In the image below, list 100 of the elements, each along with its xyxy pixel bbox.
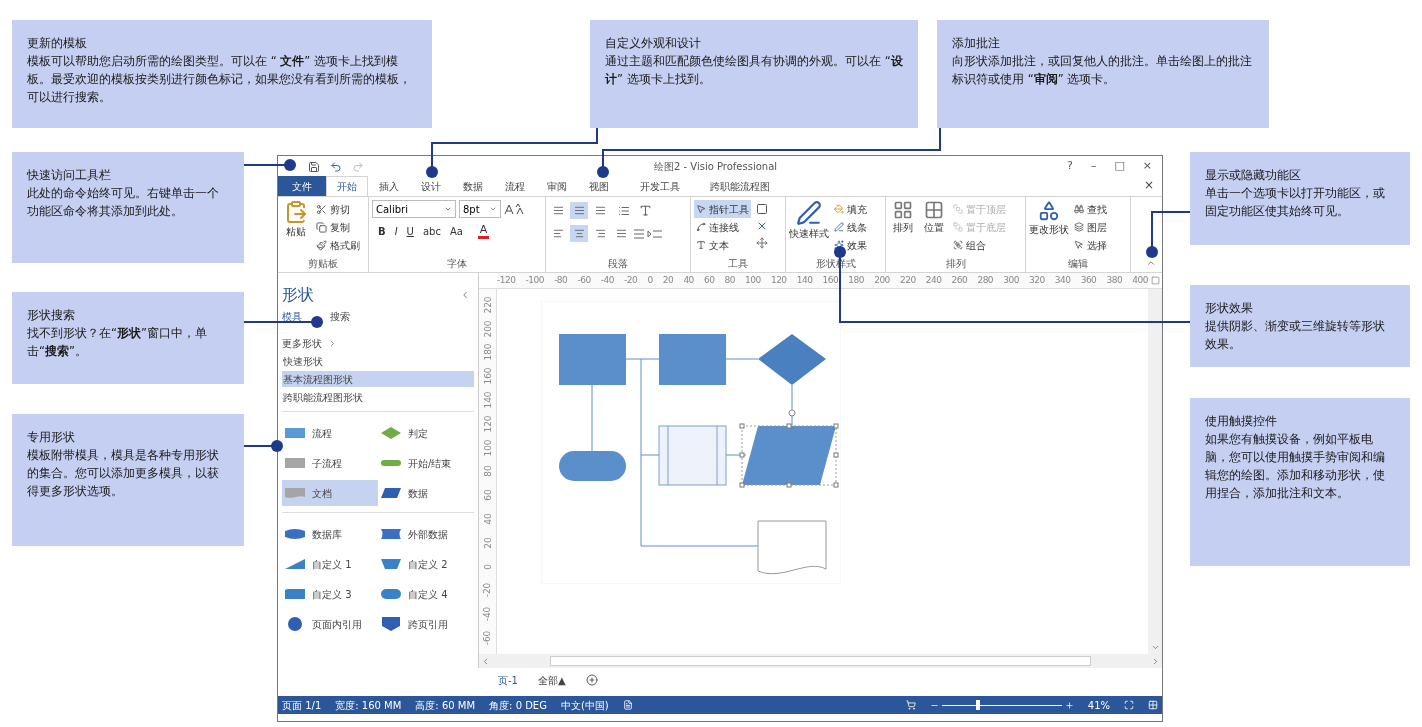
ribbon-tab[interactable]: 设计 bbox=[410, 176, 452, 196]
font-style-button[interactable]: U bbox=[404, 224, 416, 239]
tool-button[interactable]: 指针工具 bbox=[694, 200, 751, 218]
save-icon[interactable] bbox=[308, 160, 320, 173]
collapse-ribbon-icon[interactable] bbox=[1146, 258, 1156, 268]
shape-item[interactable]: 流程 bbox=[282, 420, 378, 446]
ribbon-tab[interactable]: 审阅 bbox=[536, 176, 578, 196]
clipboard-button[interactable]: 格式刷 bbox=[314, 236, 362, 254]
align-icon bbox=[552, 228, 564, 239]
shape-item[interactable]: 自定义 3 bbox=[282, 581, 378, 607]
shape-item[interactable]: 自定义 4 bbox=[378, 581, 474, 607]
font-style-button[interactable]: I bbox=[392, 224, 400, 239]
style-button[interactable]: 效果 bbox=[832, 236, 869, 254]
group-icon bbox=[953, 240, 963, 250]
ruler-label: 220 bbox=[900, 273, 916, 287]
vertical-scrollbar[interactable] bbox=[1148, 289, 1162, 654]
font-size-field[interactable]: 8pt bbox=[459, 200, 501, 218]
shape-item[interactable]: 外部数据 bbox=[378, 521, 474, 547]
edit-button[interactable]: 查找 bbox=[1072, 200, 1109, 218]
collapse-panel-icon[interactable] bbox=[460, 290, 470, 300]
switch-windows-icon[interactable] bbox=[1148, 700, 1158, 710]
ruler-label: -60 bbox=[482, 630, 493, 646]
close-ribbon-button[interactable]: × bbox=[1143, 176, 1162, 196]
add-page-icon[interactable] bbox=[585, 674, 598, 686]
scroll-right-icon[interactable] bbox=[1151, 656, 1160, 666]
panel-tab[interactable]: 模具 bbox=[282, 309, 302, 324]
tool-button[interactable]: 连接线 bbox=[694, 218, 751, 236]
fit-page-icon[interactable] bbox=[1124, 700, 1134, 710]
ruler-label: 200 bbox=[482, 320, 493, 338]
font-color-button[interactable]: A bbox=[477, 224, 490, 239]
window-title: 绘图2 - Visio Professional bbox=[652, 160, 779, 174]
arrange-button[interactable]: 排列 bbox=[889, 200, 917, 258]
shape-item[interactable]: 开始/结束 bbox=[378, 450, 474, 476]
order-button[interactable]: 组合 bbox=[951, 236, 1008, 254]
change-shape-button[interactable]: 更改形状 bbox=[1029, 200, 1069, 258]
sparkles-icon bbox=[834, 240, 844, 250]
bullet-list-icon[interactable] bbox=[618, 204, 630, 217]
font-style-button[interactable]: B bbox=[376, 224, 388, 239]
zoom-slider-thumb[interactable] bbox=[975, 700, 980, 710]
zoom-in-icon[interactable] bbox=[1064, 700, 1074, 710]
font-name-field[interactable]: Calibri bbox=[372, 200, 456, 218]
vertical-align-button[interactable] bbox=[570, 202, 588, 219]
ruler-label: 40 bbox=[482, 513, 493, 525]
style-button[interactable]: 填充 bbox=[832, 200, 869, 218]
ruler-corner-icon bbox=[1150, 276, 1160, 285]
clipboard-button[interactable]: 复制 bbox=[314, 218, 362, 236]
window-control-button[interactable]: – bbox=[1090, 158, 1097, 175]
stencil-item[interactable]: 基本流程图形状 bbox=[282, 371, 474, 387]
ribbon-tab[interactable]: 开始 bbox=[326, 176, 368, 196]
stencil-item[interactable]: 快速形状 bbox=[282, 353, 474, 369]
horizontal-scrollbar[interactable] bbox=[479, 654, 1162, 668]
status-text: 中文(中国) bbox=[560, 698, 609, 713]
ribbon-tab[interactable]: 数据 bbox=[452, 176, 494, 196]
ribbon-tab[interactable]: 视图 bbox=[578, 176, 620, 196]
panel-tab[interactable]: 搜索 bbox=[330, 309, 350, 324]
all-pages-button[interactable]: 全部▲ bbox=[538, 672, 566, 688]
stencil-item[interactable]: 跨职能流程图形状 bbox=[282, 389, 474, 405]
callout-text: 模板附带模具，模具是各种专用形状的集合。您可以添加更多模具，以获得更多形状选项。 bbox=[27, 447, 220, 500]
text-format-icon[interactable] bbox=[639, 204, 652, 217]
scroll-down-icon[interactable] bbox=[1150, 643, 1160, 652]
shape-item[interactable]: 数据 bbox=[378, 480, 474, 506]
shape-item[interactable]: 数据库 bbox=[282, 521, 378, 547]
align-icon bbox=[573, 228, 585, 239]
edit-button[interactable]: 选择 bbox=[1072, 236, 1109, 254]
horizontal-align-button[interactable] bbox=[570, 225, 588, 242]
more-shapes-button[interactable]: 更多形状 bbox=[282, 336, 322, 351]
edit-button[interactable]: 图层 bbox=[1072, 218, 1109, 236]
ribbon-tab[interactable]: 流程 bbox=[494, 176, 536, 196]
shape-item[interactable]: 子流程 bbox=[282, 450, 378, 476]
page-tab[interactable]: 页-1 bbox=[498, 672, 518, 688]
shape-item[interactable]: 自定义 1 bbox=[282, 551, 378, 577]
font-style-button[interactable]: Aa bbox=[447, 224, 465, 239]
ribbon-tab[interactable]: 插入 bbox=[368, 176, 410, 196]
rectangle-icon[interactable] bbox=[756, 203, 768, 215]
font-size-arrows-icon[interactable] bbox=[504, 203, 524, 215]
style-button[interactable]: 线条 bbox=[832, 218, 869, 236]
clipboard-button[interactable]: 剪切 bbox=[314, 200, 362, 218]
ruler-label: 60 bbox=[482, 489, 493, 501]
quick-styles-button[interactable]: 快速样式 bbox=[789, 200, 829, 258]
undo-icon[interactable] bbox=[330, 160, 342, 173]
paste-button[interactable]: 粘贴 bbox=[281, 200, 311, 258]
font-style-button[interactable]: abc bbox=[420, 224, 443, 239]
window-control-button[interactable]: □ bbox=[1114, 158, 1125, 175]
close-icon[interactable] bbox=[756, 220, 768, 232]
scroll-left-icon[interactable] bbox=[481, 656, 490, 666]
shapes-icon bbox=[1038, 200, 1060, 222]
arrange-button[interactable]: 位置 bbox=[920, 200, 948, 258]
shape-item[interactable]: 自定义 2 bbox=[378, 551, 474, 577]
zoom-slider-track[interactable] bbox=[941, 699, 1062, 711]
tool-button[interactable]: 文本 bbox=[694, 236, 751, 254]
ribbon-tab[interactable]: 开发工具 bbox=[620, 176, 700, 196]
shape-item[interactable]: 跨页引用 bbox=[378, 611, 474, 637]
connection-point-icon[interactable] bbox=[756, 237, 768, 249]
shape-item[interactable]: 判定 bbox=[378, 420, 474, 446]
window-control-button[interactable]: × bbox=[1142, 158, 1152, 175]
shape-item[interactable]: 文档 bbox=[282, 480, 378, 506]
shape-item[interactable]: 页面内引用 bbox=[282, 611, 378, 637]
ribbon-tab[interactable]: 跨职能流程图 bbox=[700, 176, 780, 196]
window-control-button[interactable]: ? bbox=[1067, 158, 1073, 175]
ribbon-tab[interactable]: 文件 bbox=[278, 176, 326, 196]
